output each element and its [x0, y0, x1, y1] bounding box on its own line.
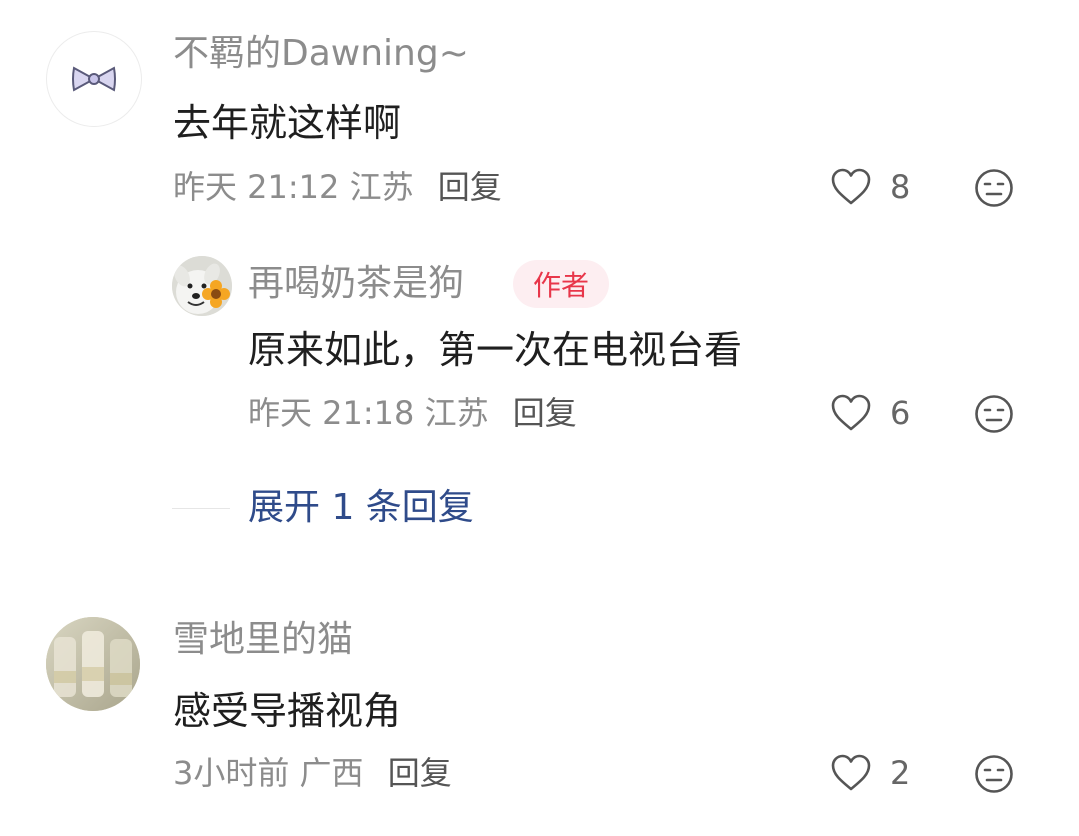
dog-with-flower-icon [172, 256, 232, 316]
reply-location: 江苏 [424, 394, 489, 432]
bow-tie-icon [72, 66, 116, 92]
comment-time: 3小时前 [173, 754, 290, 792]
heart-icon [831, 754, 871, 791]
like-button[interactable]: 8 [830, 167, 910, 207]
comment-time: 昨天 21:12 [173, 168, 340, 206]
like-button[interactable]: 6 [830, 393, 910, 433]
comment-location: 江苏 [349, 168, 414, 206]
comment-meta: 昨天 21:12 江苏 回复 [173, 171, 502, 203]
like-count: 6 [890, 394, 911, 432]
reply-button[interactable]: 回复 [388, 754, 452, 792]
heart-icon [831, 168, 871, 205]
meh-face-icon[interactable] [974, 394, 1014, 434]
reply-text: 原来如此，第一次在电视台看 [248, 328, 743, 372]
reply-button[interactable]: 回复 [513, 394, 577, 432]
comment-username[interactable]: 雪地里的猫 [173, 622, 353, 658]
reply-time: 昨天 21:18 [248, 394, 415, 432]
avatar[interactable] [172, 256, 232, 316]
comment-location: 广西 [299, 754, 364, 792]
avatar[interactable] [46, 617, 140, 711]
like-count: 2 [890, 754, 911, 792]
reply-username[interactable]: 再喝奶茶是狗 [248, 266, 464, 302]
comment-username[interactable]: 不羁的Dawning~ [173, 36, 469, 72]
glass-cups-photo-icon [46, 617, 140, 711]
comment-text: 感受导播视角 [173, 689, 402, 733]
comment-text: 去年就这样啊 [173, 101, 402, 145]
meh-face-icon[interactable] [974, 168, 1014, 208]
like-button[interactable]: 2 [830, 753, 910, 793]
avatar[interactable] [46, 31, 142, 127]
like-count: 8 [890, 168, 911, 206]
comment-meta: 3小时前 广西 回复 [173, 757, 452, 789]
heart-icon [831, 394, 871, 431]
divider-line [172, 508, 230, 509]
author-badge: 作者 [513, 260, 610, 308]
reply-meta: 昨天 21:18 江苏 回复 [248, 397, 577, 429]
expand-replies-button[interactable]: 展开 1 条回复 [248, 490, 474, 526]
meh-face-icon[interactable] [974, 754, 1014, 794]
reply-button[interactable]: 回复 [438, 168, 502, 206]
